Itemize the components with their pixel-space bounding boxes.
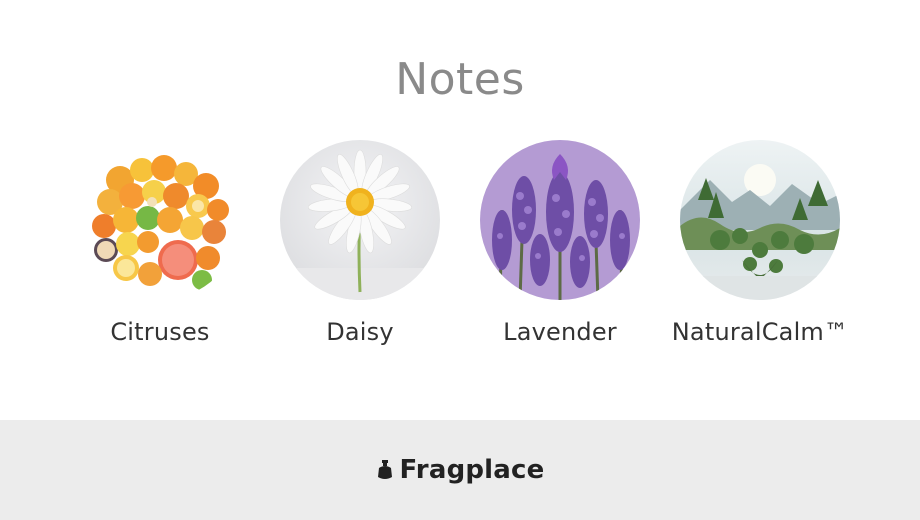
- lavender-flowers-image: [480, 140, 640, 300]
- note-item-naturalcalm[interactable]: NaturalCalm™: [660, 140, 860, 350]
- note-item-daisy[interactable]: Daisy: [260, 140, 460, 350]
- note-label: NaturalCalm™: [671, 318, 849, 346]
- note-label: Citruses: [110, 318, 210, 346]
- fragplace-logo-icon: [377, 460, 392, 479]
- citrus-fruits-image: [80, 140, 240, 300]
- note-item-citruses[interactable]: Citruses: [60, 140, 260, 350]
- footer: Fragplace: [0, 420, 920, 520]
- daisy-flower-image: [280, 140, 440, 300]
- notes-list: Citruses Daisy Lavender NaturalCalm™: [0, 140, 920, 360]
- brand-link[interactable]: Fragplace: [376, 455, 545, 485]
- brand-name: Fragplace: [399, 455, 545, 485]
- note-label: Daisy: [326, 318, 394, 346]
- page-title: Notes: [395, 54, 525, 105]
- nature-landscape-image: [680, 140, 840, 300]
- note-item-lavender[interactable]: Lavender: [460, 140, 660, 350]
- note-label: Lavender: [503, 318, 617, 346]
